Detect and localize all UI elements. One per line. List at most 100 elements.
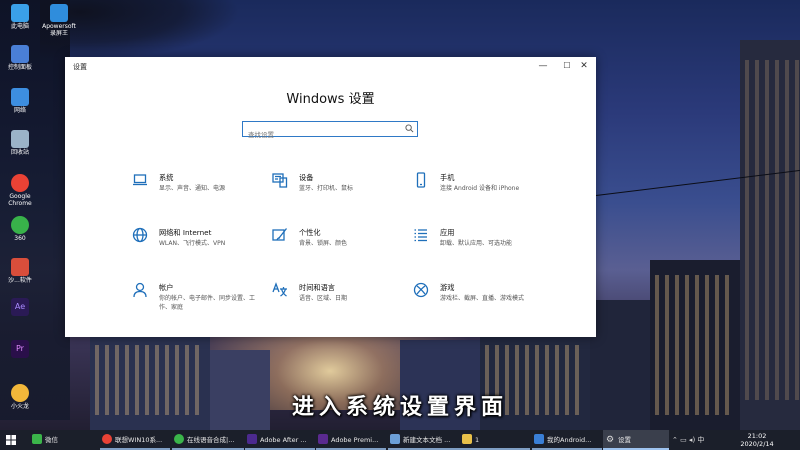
folder-icon: [462, 434, 472, 444]
premiere-icon: [318, 434, 328, 444]
category-network[interactable]: 网络和 Internet WLAN、飞行模式、VPN: [132, 227, 262, 259]
clock[interactable]: 21:02 2020/2/14: [732, 432, 782, 448]
taskbar-item-chrome[interactable]: 联想WIN10系...: [100, 430, 170, 450]
category-description: WLAN、飞行模式、VPN: [159, 240, 226, 247]
premiere-icon: Pr: [11, 340, 29, 358]
desktop-icon-after-effects[interactable]: Ae: [0, 298, 40, 317]
chrome-icon: [102, 434, 112, 444]
category-phone[interactable]: 手机 连接 Android 设备和 iPhone: [413, 172, 543, 204]
category-time-language[interactable]: 时间和语言 语音、区域、日期: [272, 282, 402, 314]
phone-icon: [534, 434, 544, 444]
taskbar: 微信 联想WIN10系... 在线语音合成|... Adobe After ..…: [0, 430, 800, 450]
desktop-icon-label: Google Chrome: [8, 193, 32, 207]
xbox-icon: [413, 282, 429, 298]
category-description: 背景、锁屏、颜色: [299, 240, 348, 247]
taskbar-item-label: 联想WIN10系...: [115, 436, 163, 444]
category-personalization[interactable]: 个性化 背景、锁屏、颜色: [272, 227, 402, 259]
browser-icon: [174, 434, 184, 444]
desktop-icon-app[interactable]: 沙...软件: [0, 258, 40, 284]
app-icon: [11, 258, 29, 276]
category-title: 应用: [440, 228, 455, 237]
globe-icon: [132, 227, 148, 243]
category-description: 语音、区域、日期: [299, 295, 348, 302]
desktop-icon-premiere[interactable]: Pr: [0, 340, 40, 359]
taskbar-item-premiere[interactable]: Adobe Premi...: [316, 430, 386, 450]
clock-time: 21:02: [747, 432, 767, 440]
recorder-icon: [50, 4, 68, 22]
taskbar-item-notepad[interactable]: 新建文本文档 ...: [388, 430, 460, 450]
building-lights: [745, 60, 800, 400]
category-title: 设备: [299, 173, 314, 182]
windows-start-icon[interactable]: [6, 435, 16, 445]
category-title: 时间和语言: [299, 283, 335, 292]
taskbar-item-label: 我的Android...: [547, 436, 592, 444]
taskbar-item-browser[interactable]: 在线语音合成|...: [172, 430, 244, 450]
category-title: 帐户: [159, 283, 174, 292]
category-devices[interactable]: 设备 蓝牙、打印机、鼠标: [272, 172, 402, 204]
category-description: 连接 Android 设备和 iPhone: [440, 185, 520, 192]
category-title: 游戏: [440, 283, 455, 292]
search-box[interactable]: [242, 121, 418, 141]
category-system[interactable]: 系统 显示、声音、通知、电源: [132, 172, 262, 204]
desktop-icon-label: 360: [14, 235, 26, 242]
360-icon: [11, 216, 29, 234]
desktop-icon-control-panel[interactable]: 控制面板: [0, 45, 40, 71]
phone-icon: [416, 172, 426, 188]
window-title: 设置: [73, 63, 87, 71]
gear-icon: ⚙: [605, 435, 615, 445]
video-subtitle: 进入系统设置界面: [291, 395, 508, 420]
after-effects-icon: [247, 434, 257, 444]
desktop-icon-recycle-bin[interactable]: 回收站: [0, 130, 40, 156]
taskbar-item-label: 在线语音合成|...: [187, 436, 235, 444]
category-title: 手机: [440, 173, 455, 182]
person-icon: [133, 282, 147, 298]
taskbar-item-label: Adobe Premi...: [331, 436, 379, 444]
desktop-icon-360[interactable]: 360: [0, 216, 40, 242]
desktop-icon-label: 网络: [13, 107, 26, 114]
laptop-icon: [133, 174, 147, 186]
desktop-icon-label: 沙...软件: [8, 277, 32, 284]
clock-date: 2020/2/14: [740, 440, 774, 448]
taskbar-item-label: 新建文本文档 ...: [403, 436, 451, 444]
settings-window: 设置 — ☐ ✕ Windows 设置 系统 显示、声音、通知、电源 设备 蓝牙…: [65, 57, 596, 337]
category-description: 蓝牙、打印机、鼠标: [299, 185, 354, 192]
page-title: Windows 设置: [286, 92, 375, 107]
taskbar-item-folder[interactable]: 1: [460, 430, 530, 450]
search-input[interactable]: [248, 129, 398, 141]
category-gaming[interactable]: 游戏 游戏栏、截屏、直播、游戏模式: [413, 282, 543, 314]
desktop-icon-apowersoft[interactable]: Apowersoft 录屏王: [36, 4, 82, 37]
category-title: 个性化: [299, 228, 321, 237]
title-bar[interactable]: 设置 — ☐ ✕: [65, 57, 596, 75]
network-icon: [11, 88, 29, 106]
desktop-icon-label: 此电脑: [10, 23, 29, 30]
taskbar-item-label: 设置: [618, 436, 631, 444]
language-icon: [272, 282, 287, 297]
taskbar-item-android[interactable]: 我的Android...: [532, 430, 602, 450]
category-title: 系统: [159, 173, 174, 182]
computer-icon: [11, 4, 29, 22]
after-effects-icon: Ae: [11, 298, 29, 316]
category-description: 游戏栏、截屏、直播、游戏模式: [440, 295, 525, 302]
search-icon[interactable]: [405, 124, 414, 133]
taskbar-item-wechat[interactable]: 微信: [30, 430, 95, 450]
desktop-icon-label: Apowersoft 录屏王: [42, 23, 76, 37]
category-apps[interactable]: 应用 卸载、默认应用、可选功能: [413, 227, 543, 259]
desktop-icon-this-pc[interactable]: 此电脑: [0, 4, 40, 30]
category-description: 显示、声音、通知、电源: [159, 185, 226, 192]
minimize-button[interactable]: —: [531, 57, 555, 75]
recycle-bin-icon: [11, 130, 29, 148]
taskbar-item-label: 1: [475, 436, 480, 444]
category-description: 你的帐户、电子邮件、同步设置、工作、家庭: [159, 295, 256, 311]
category-accounts[interactable]: 帐户 你的帐户、电子邮件、同步设置、工作、家庭: [132, 282, 262, 314]
close-button[interactable]: ✕: [572, 57, 596, 75]
desktop-icon-label: 控制面板: [7, 64, 32, 71]
desktop-icon-label: 回收站: [10, 149, 29, 156]
taskbar-item-label: Adobe After ...: [260, 436, 307, 444]
desktop-icon-network[interactable]: 网络: [0, 88, 40, 114]
taskbar-item-settings[interactable]: ⚙ 设置: [603, 430, 669, 450]
taskbar-item-after-effects[interactable]: Adobe After ...: [245, 430, 315, 450]
system-tray[interactable]: ⌃ ▭ ◂) 中: [672, 430, 704, 450]
chrome-icon: [11, 174, 29, 192]
notepad-icon: [390, 434, 400, 444]
desktop-icon-chrome[interactable]: Google Chrome: [0, 174, 40, 207]
